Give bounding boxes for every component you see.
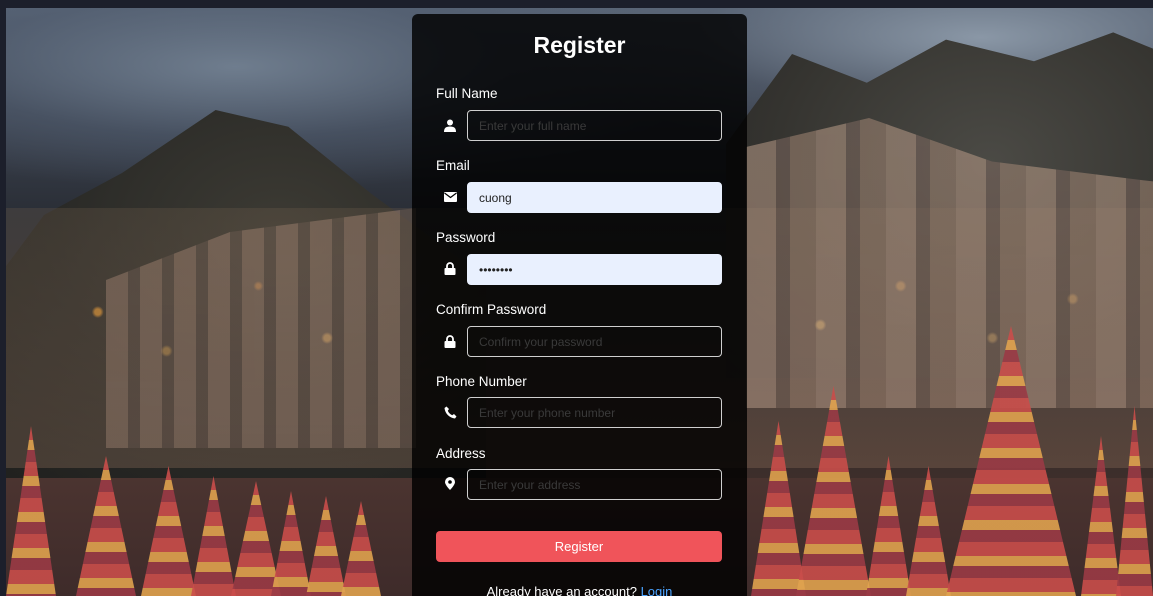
lock-icon	[443, 261, 457, 275]
email-input[interactable]	[467, 182, 722, 213]
map-pin-icon	[443, 476, 457, 490]
login-link[interactable]: Login	[641, 584, 673, 596]
lock-icon	[443, 334, 457, 348]
register-card: Register Full Name Email Password Confir…	[412, 14, 747, 596]
phone-number-label: Phone Number	[436, 374, 527, 389]
login-prompt-text: Already have an account?	[486, 584, 637, 596]
register-button[interactable]: Register	[436, 531, 722, 562]
password-input[interactable]	[467, 254, 722, 285]
full-name-label: Full Name	[436, 86, 498, 101]
user-icon	[443, 118, 457, 132]
address-input[interactable]	[467, 469, 722, 500]
form-title: Register	[533, 32, 626, 58]
full-name-input[interactable]	[467, 110, 722, 141]
email-label: Email	[436, 158, 470, 173]
confirm-password-label: Confirm Password	[436, 302, 547, 317]
password-label: Password	[436, 230, 496, 245]
phone-number-input[interactable]	[467, 397, 722, 428]
envelope-icon	[443, 190, 457, 204]
phone-icon	[443, 405, 457, 419]
address-label: Address	[436, 446, 486, 461]
login-prompt: Already have an account? Login	[412, 584, 747, 596]
confirm-password-input[interactable]	[467, 326, 722, 357]
